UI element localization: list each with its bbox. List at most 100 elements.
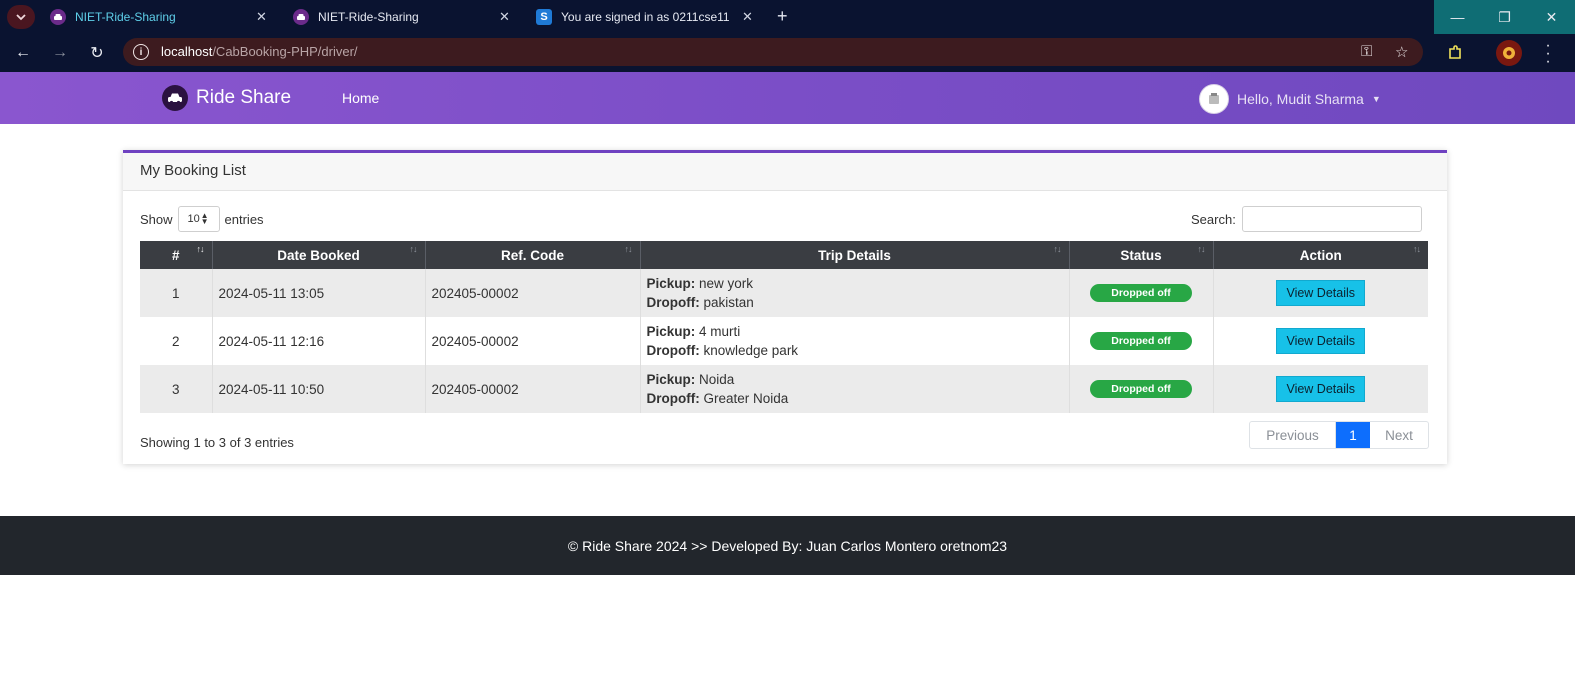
- select-arrows-icon: ▲ ▼: [200, 211, 209, 226]
- close-icon: ✕: [1545, 8, 1558, 25]
- user-menu-toggle[interactable]: Hello, Mudit Sharma ▼: [1199, 84, 1381, 114]
- next-page-button[interactable]: Next: [1370, 422, 1428, 448]
- pagination: Previous 1 Next: [1249, 421, 1429, 449]
- entries-length-control: Show 10 ▲ ▼ entries: [140, 206, 264, 232]
- trip-details: Pickup: new york Dropoff: pakistan: [640, 269, 1070, 317]
- pickup-label: Pickup:: [646, 324, 696, 339]
- row-number: 1: [140, 269, 213, 317]
- url-path: /CabBooking-PHP/driver/: [212, 44, 358, 59]
- profile-icon[interactable]: [1496, 40, 1522, 66]
- restore-button[interactable]: ❐: [1481, 0, 1528, 34]
- column-header-date[interactable]: Date Booked ↑↓: [212, 241, 426, 269]
- status-badge: Dropped off: [1090, 284, 1192, 302]
- view-details-button[interactable]: View Details: [1276, 376, 1366, 402]
- sort-icon: ↑↓: [624, 244, 633, 254]
- forward-button[interactable]: →: [48, 42, 72, 64]
- table-info: Showing 1 to 3 of 3 entries: [140, 435, 294, 450]
- minimize-icon: —: [1450, 9, 1465, 25]
- search-input[interactable]: [1241, 206, 1422, 232]
- column-header-action[interactable]: Action ↑↓: [1213, 241, 1428, 269]
- show-label: Show: [140, 211, 173, 227]
- minimize-button[interactable]: —: [1434, 0, 1481, 34]
- page-footer: © Ride Share 2024 >> Developed By: Juan …: [0, 516, 1575, 575]
- brand-link[interactable]: Ride Share: [162, 85, 291, 111]
- star-icon[interactable]: ☆: [1395, 43, 1408, 61]
- close-icon[interactable]: ✕: [742, 9, 753, 25]
- pickup-value: Noida: [699, 372, 735, 387]
- header-label: Trip Details: [818, 247, 891, 263]
- column-header-trip[interactable]: Trip Details ↑↓: [640, 241, 1070, 269]
- back-button[interactable]: ←: [11, 42, 35, 64]
- close-icon[interactable]: ✕: [256, 9, 267, 25]
- card-title: My Booking List: [140, 162, 246, 179]
- entries-select[interactable]: 10 ▲ ▼: [177, 206, 220, 232]
- pickup-value: new york: [699, 276, 754, 291]
- new-tab-button[interactable]: +: [777, 6, 788, 26]
- puzzle-icon[interactable]: [1444, 42, 1466, 64]
- sort-icon: ↑↓: [1053, 244, 1062, 254]
- status-cell: Dropped off: [1069, 317, 1214, 365]
- sort-icon: ↑↓: [196, 244, 205, 254]
- browser-tab-2[interactable]: NIET-Ride-Sharing ✕: [293, 0, 523, 34]
- arrow-right-icon: →: [52, 44, 68, 61]
- entries-value: 10: [187, 213, 200, 225]
- key-icon[interactable]: ⚿: [1361, 43, 1372, 60]
- browser-tab-3[interactable]: S You are signed in as 0211cse11 ✕: [536, 0, 756, 34]
- kebab-icon[interactable]: · · ·: [1545, 38, 1551, 70]
- header-label: #: [171, 247, 180, 263]
- action-cell: View Details: [1213, 365, 1428, 413]
- sort-icon: ↑↓: [1197, 244, 1206, 254]
- s-favicon-icon: S: [536, 9, 552, 25]
- status-badge: Dropped off: [1090, 332, 1192, 350]
- previous-page-button[interactable]: Previous: [1250, 422, 1336, 448]
- date-booked: 2024-05-11 13:05: [212, 269, 426, 317]
- avatar: [1199, 84, 1229, 114]
- browser-toolbar: ← → ↻ i localhost/CabBooking-PHP/driver/…: [0, 34, 1575, 72]
- tab-search-button[interactable]: [7, 5, 35, 29]
- column-header-ref[interactable]: Ref. Code ↑↓: [425, 241, 641, 269]
- column-header-num[interactable]: # ↑↓: [140, 241, 213, 269]
- info-icon[interactable]: i: [133, 44, 149, 60]
- row-number: 3: [140, 365, 213, 413]
- action-cell: View Details: [1213, 269, 1428, 317]
- entries-label: entries: [224, 211, 264, 227]
- view-details-button[interactable]: View Details: [1276, 280, 1366, 306]
- header-label: Action: [1299, 247, 1342, 263]
- booking-list-card: My Booking List Show 10 ▲ ▼ entries Searc…: [123, 150, 1447, 464]
- pickup-label: Pickup:: [646, 276, 696, 291]
- reload-button[interactable]: ↻: [85, 42, 109, 64]
- tab-title: NIET-Ride-Sharing: [318, 10, 419, 24]
- close-icon[interactable]: ✕: [499, 9, 510, 25]
- url-text[interactable]: localhost/CabBooking-PHP/driver/: [161, 44, 358, 59]
- dropoff-label: Dropoff:: [646, 295, 700, 310]
- header-label: Ref. Code: [500, 247, 564, 263]
- table-row: 3 2024-05-11 10:50 202405-00002 Pickup: …: [140, 365, 1428, 413]
- column-header-status[interactable]: Status ↑↓: [1069, 241, 1214, 269]
- table-row: 2 2024-05-11 12:16 202405-00002 Pickup: …: [140, 317, 1428, 365]
- page-1-button[interactable]: 1: [1336, 422, 1370, 448]
- table-header-row: # ↑↓ Date Booked ↑↓ Ref. Code ↑↓ Trip Detai…: [140, 241, 1428, 269]
- browser-tab-1[interactable]: NIET-Ride-Sharing ✕: [50, 0, 280, 34]
- dropoff-value: knowledge park: [703, 343, 799, 358]
- close-window-button[interactable]: ✕: [1528, 0, 1575, 34]
- car-logo-icon: [162, 85, 188, 111]
- ref-code: 202405-00002: [425, 269, 641, 317]
- dropoff-label: Dropoff:: [646, 391, 700, 406]
- pickup-label: Pickup:: [646, 372, 696, 387]
- pickup-value: 4 murti: [699, 324, 741, 339]
- action-cell: View Details: [1213, 317, 1428, 365]
- card-header: My Booking List: [123, 153, 1447, 191]
- date-booked: 2024-05-11 12:16: [212, 317, 426, 365]
- address-bar[interactable]: i localhost/CabBooking-PHP/driver/ ⚿ ☆: [123, 38, 1423, 66]
- dropoff-value: pakistan: [703, 295, 754, 310]
- car-favicon-icon: [293, 9, 309, 25]
- tab-title: NIET-Ride-Sharing: [75, 10, 176, 24]
- header-label: Date Booked: [277, 247, 360, 263]
- plus-icon: +: [777, 6, 788, 26]
- restore-icon: ❐: [1498, 8, 1511, 25]
- ref-code: 202405-00002: [425, 317, 641, 365]
- view-details-button[interactable]: View Details: [1276, 328, 1366, 354]
- nav-home-link[interactable]: Home: [342, 90, 379, 106]
- search-label: Search:: [1191, 211, 1236, 227]
- status-badge: Dropped off: [1090, 380, 1192, 398]
